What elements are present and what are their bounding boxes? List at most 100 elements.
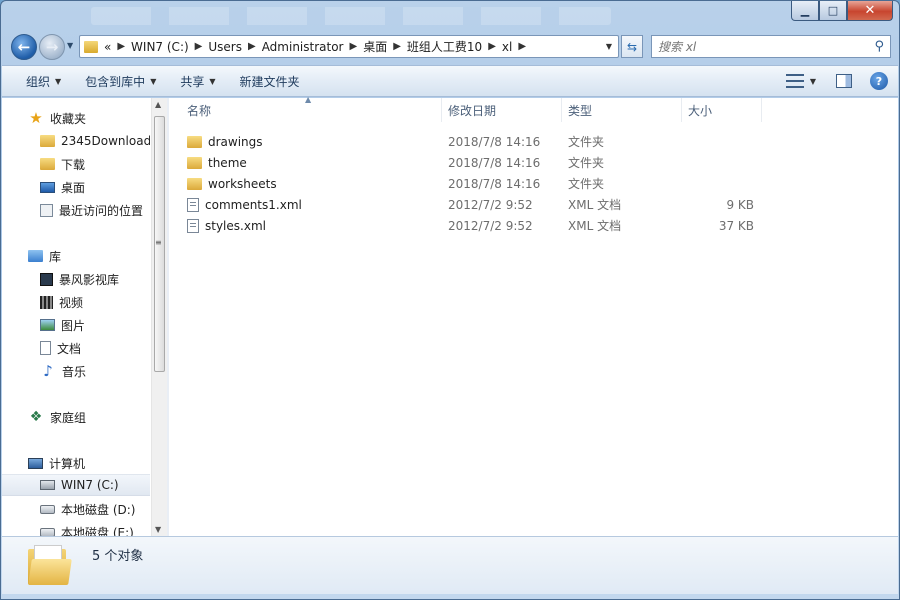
nav-label: 收藏夹 [50,111,87,126]
include-in-library-menu[interactable]: 包含到库中 ▼ [85,73,156,90]
maximize-button[interactable]: □ [819,1,847,21]
nav-homegroup[interactable]: ❖ 家庭组 [2,406,150,428]
file-name-cell: worksheets [169,177,442,191]
nav-label: WIN7 (C:) [61,478,119,492]
star-icon: ★ [29,109,43,127]
nav-label: 文档 [57,341,82,356]
file-name-cell: drawings [169,135,442,149]
file-date: 2018/7/8 14:16 [448,176,541,191]
preview-pane-icon[interactable] [836,74,852,88]
file-row-comments1-xml[interactable]: comments1.xml 2012/7/2 9:52 XML 文档 9 KB [169,194,898,215]
nav-pictures[interactable]: 图片 [2,314,150,336]
nav-downloads[interactable]: 下载 [2,153,150,175]
breadcrumb-separator-icon[interactable]: ▶ [350,41,358,52]
nav-libraries[interactable]: 库 [2,245,150,267]
xml-file-icon [187,218,199,233]
share-menu[interactable]: 共享 ▼ [180,73,215,90]
folder-icon [84,40,98,53]
breadcrumb-separator-icon[interactable]: ▶ [393,41,401,52]
back-button[interactable]: ← [11,34,37,60]
chevron-down-icon: ▼ [150,76,157,86]
folder-icon [187,177,202,190]
xml-file-icon [187,197,199,212]
scroll-up-icon[interactable]: ▲ [155,100,161,109]
search-input[interactable] [658,39,858,54]
navigation-scrollbar[interactable]: ▲ ≡ ▼ [151,98,167,536]
breadcrumb-drive-c[interactable]: WIN7 (C:) [131,40,189,54]
column-name[interactable]: ▲ 名称 [169,95,442,122]
folder-icon [40,135,55,147]
nav-recent-places[interactable]: 最近访问的位置 [2,199,150,221]
breadcrumb-separator-icon[interactable]: ▶ [518,41,526,52]
file-row-styles-xml[interactable]: styles.xml 2012/7/2 9:52 XML 文档 37 KB [169,215,898,236]
nav-drive-c[interactable]: WIN7 (C:) [2,474,150,496]
nav-2345downloads[interactable]: 2345Downloads [2,130,150,152]
nav-favorites[interactable]: ★ 收藏夹 [2,107,150,129]
nav-label: 下载 [61,157,86,172]
file-name-cell: styles.xml [169,218,442,233]
forward-button[interactable]: → [39,34,65,60]
breadcrumb-overflow[interactable]: « [104,40,111,54]
download-folder-icon [40,158,55,170]
recent-pages-dropdown[interactable]: ▼ [67,41,73,50]
breadcrumb-separator-icon[interactable]: ▶ [195,41,203,52]
file-type: XML 文档 [568,198,622,212]
nav-computer[interactable]: 计算机 [2,452,150,474]
breadcrumb-separator-icon[interactable]: ▶ [488,41,496,52]
column-date-modified[interactable]: 修改日期 [442,98,562,122]
breadcrumb-xl[interactable]: xl [502,40,512,54]
file-type: 文件夹 [568,135,605,149]
address-bar[interactable]: « ▶ WIN7 (C:) ▶ Users ▶ Administrator ▶ … [79,35,619,58]
file-name: styles.xml [205,218,266,233]
nav-videos[interactable]: 视频 [2,291,150,313]
nav-label: 本地磁盘 (D:) [61,502,136,517]
help-icon[interactable]: ? [870,72,888,90]
address-history-dropdown[interactable]: ▼ [606,42,612,51]
new-folder-label: 新建文件夹 [239,74,300,89]
file-row-worksheets[interactable]: worksheets 2018/7/8 14:16 文件夹 [169,173,898,194]
new-folder-button[interactable]: 新建文件夹 [240,73,300,90]
file-date: 2018/7/8 14:16 [448,134,541,149]
nav-label: 暴风影视库 [59,272,120,287]
nav-desktop[interactable]: 桌面 [2,176,150,198]
nav-documents[interactable]: 文档 [2,337,150,359]
document-icon [40,341,51,355]
file-row-drawings[interactable]: drawings 2018/7/8 14:16 文件夹 [169,131,898,152]
breadcrumb-administrator[interactable]: Administrator [262,40,344,54]
search-icon[interactable]: ⚲ [874,39,884,54]
breadcrumb-desktop[interactable]: 桌面 [363,38,387,55]
scroll-down-icon[interactable]: ▼ [155,525,161,534]
film-icon [40,295,53,309]
nav-storm-video-library[interactable]: 暴风影视库 [2,268,150,290]
organize-menu[interactable]: 组织 ▼ [26,73,61,90]
search-box[interactable]: ⚲ [651,35,891,58]
command-bar: 组织 ▼ 包含到库中 ▼ 共享 ▼ 新建文件夹 ▼ ? [2,65,898,97]
music-note-icon: ♪ [43,362,53,380]
minimize-button[interactable]: ▁ [791,1,819,21]
folder-icon [187,156,202,169]
close-button[interactable]: ✕ [847,1,893,21]
library-icon [28,250,43,262]
column-label: 修改日期 [448,103,497,118]
column-header: ▲ 名称 修改日期 类型 大小 [169,95,898,122]
nav-drive-e[interactable]: 本地磁盘 (E:) [2,521,150,536]
nav-music[interactable]: ♪ 音乐 [2,360,150,382]
file-name: comments1.xml [205,197,302,212]
view-options-icon[interactable] [785,74,804,88]
scroll-grip-icon: ≡ [155,238,162,247]
file-row-theme[interactable]: theme 2018/7/8 14:16 文件夹 [169,152,898,173]
view-options-dropdown[interactable]: ▼ [810,77,816,86]
breadcrumb: « ▶ WIN7 (C:) ▶ Users ▶ Administrator ▶ … [104,38,532,55]
refresh-button[interactable]: ⇆ [621,35,643,58]
caption-buttons: ▁ □ ✕ [791,1,893,21]
column-size[interactable]: 大小 [682,98,762,122]
breadcrumb-separator-icon[interactable]: ▶ [248,41,256,52]
title-bar[interactable]: ▁ □ ✕ [1,1,899,31]
recent-places-icon [40,203,53,217]
column-type[interactable]: 类型 [562,98,682,122]
organize-label: 组织 [26,74,51,89]
nav-label: 最近访问的位置 [59,203,144,218]
breadcrumb-project-folder[interactable]: 班组人工费10 [407,38,482,55]
nav-drive-d[interactable]: 本地磁盘 (D:) [2,498,150,520]
breadcrumb-users[interactable]: Users [208,40,242,54]
